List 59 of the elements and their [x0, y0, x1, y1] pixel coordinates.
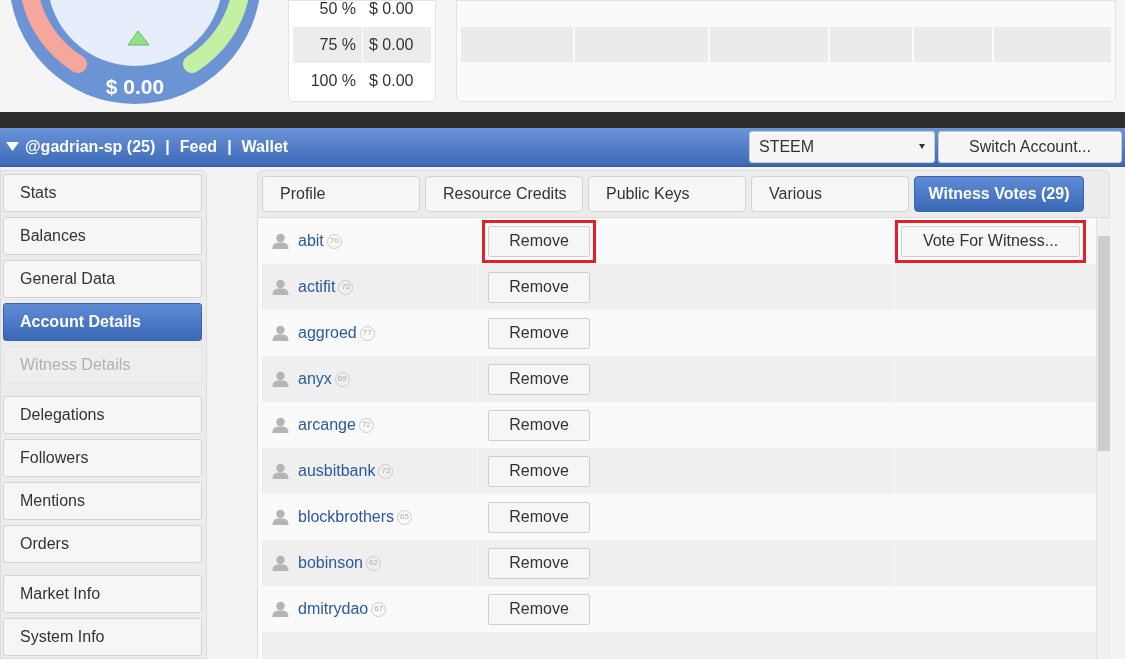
remove-button[interactable]: Remove	[488, 593, 590, 625]
gauge-value: $ 0.00	[105, 75, 165, 98]
witness-link[interactable]: bobinson	[298, 551, 363, 575]
remove-button[interactable]: Remove	[488, 547, 590, 579]
sidebar-item[interactable]: Orders	[3, 525, 202, 563]
witness-link[interactable]: ausbitbank	[298, 459, 376, 483]
tab[interactable]: Public Keys	[588, 176, 746, 212]
table-cell: 75 %	[293, 27, 363, 63]
witness-link[interactable]: anyx	[298, 367, 332, 391]
remove-button[interactable]: Remove	[488, 455, 590, 487]
user-icon	[272, 325, 289, 341]
separator: |	[227, 136, 232, 157]
user-icon	[272, 371, 289, 387]
sidebar-item[interactable]: System Info	[3, 618, 202, 656]
tab[interactable]: Profile	[262, 176, 420, 212]
user-icon	[272, 417, 289, 433]
witness-link[interactable]: abit	[298, 229, 324, 253]
sidebar-item[interactable]: Market Info	[3, 575, 202, 613]
table-cell-text: $ 0.00	[368, 71, 415, 91]
user-icon	[272, 279, 289, 295]
sidebar-item[interactable]: Mentions	[3, 482, 202, 520]
sidebar-item[interactable]: Account Details	[3, 303, 202, 341]
remove-button[interactable]: Remove	[488, 409, 590, 441]
witness-link[interactable]: dmitrydao	[298, 597, 369, 621]
currency-select[interactable]: STEEM	[749, 130, 935, 163]
witness-link[interactable]: aggroed	[298, 321, 357, 345]
remove-button[interactable]: Remove	[488, 317, 590, 349]
sidebar-item[interactable]: Delegations	[3, 396, 202, 434]
user-icon	[272, 463, 289, 479]
separator: |	[165, 136, 170, 157]
witness-link[interactable]: actifit	[298, 275, 336, 299]
account-name[interactable]: @gadrian-sp (25)	[25, 134, 156, 159]
tab[interactable]: Various	[751, 176, 909, 212]
table-cell-text: $ 0.00	[368, 1, 415, 19]
witness-link[interactable]: blockbrothers	[298, 505, 395, 529]
tab[interactable]: Witness Votes (29)	[914, 176, 1084, 212]
vote-for-witness-button[interactable]: Vote For Witness...	[901, 225, 1080, 257]
caret-icon[interactable]	[6, 142, 19, 151]
nav-link[interactable]: Wallet	[241, 134, 289, 159]
scrollbar[interactable]	[1096, 218, 1110, 659]
nav-link[interactable]: Feed	[179, 134, 218, 159]
user-icon	[272, 233, 289, 249]
sidebar-item[interactable]: General Data	[3, 260, 202, 298]
remove-button[interactable]: Remove	[488, 225, 590, 257]
remove-button[interactable]: Remove	[488, 363, 590, 395]
sidebar-item[interactable]: Followers	[3, 439, 202, 477]
user-icon	[272, 601, 289, 617]
dropdown-arrow-icon	[919, 144, 925, 149]
remove-button[interactable]: Remove	[488, 271, 590, 303]
table-cell-text: $ 0.00	[368, 35, 415, 55]
tab[interactable]: Resource Credits	[425, 176, 583, 212]
user-icon	[272, 509, 289, 525]
sidebar-item[interactable]: Stats	[3, 174, 202, 212]
user-icon	[272, 555, 289, 571]
sidebar-item[interactable]: Balances	[3, 217, 202, 255]
witness-link[interactable]: arcange	[298, 413, 356, 437]
switch-account-button[interactable]: Switch Account...	[938, 130, 1122, 163]
remove-button[interactable]: Remove	[488, 501, 590, 533]
table-cell: 100 %	[293, 63, 363, 99]
